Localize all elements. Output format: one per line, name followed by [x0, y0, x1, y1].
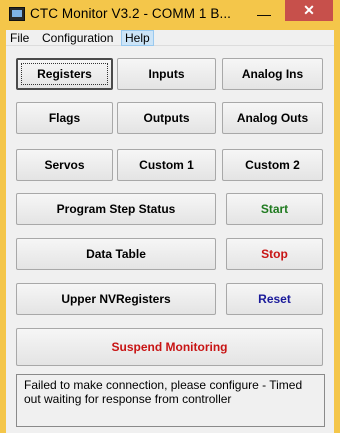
- menu-file[interactable]: File: [7, 30, 32, 46]
- registers-button[interactable]: Registers: [16, 58, 113, 90]
- upper-nvregisters-button[interactable]: Upper NVRegisters: [16, 283, 216, 315]
- window-title: CTC Monitor V3.2 - COMM 1 B...: [30, 6, 232, 21]
- flags-button[interactable]: Flags: [16, 102, 113, 134]
- menu-help[interactable]: Help: [121, 30, 154, 46]
- program-step-status-button[interactable]: Program Step Status: [16, 193, 216, 225]
- analog-ins-button[interactable]: Analog Ins: [222, 58, 323, 90]
- minimize-button[interactable]: —: [253, 5, 275, 23]
- menu-bar: File Configuration Help: [6, 30, 334, 46]
- data-table-button[interactable]: Data Table: [16, 238, 216, 270]
- custom-1-button[interactable]: Custom 1: [117, 149, 216, 181]
- analog-outs-button[interactable]: Analog Outs: [222, 102, 323, 134]
- reset-button[interactable]: Reset: [226, 283, 323, 315]
- suspend-monitoring-button[interactable]: Suspend Monitoring: [16, 328, 323, 366]
- status-message: Failed to make connection, please config…: [16, 374, 325, 427]
- main-window: File Configuration Help Registers Inputs…: [6, 30, 334, 433]
- stop-button[interactable]: Stop: [226, 238, 323, 270]
- outputs-button[interactable]: Outputs: [117, 102, 216, 134]
- close-button[interactable]: ✕: [285, 0, 333, 21]
- title-bar[interactable]: CTC Monitor V3.2 - COMM 1 B... — ✕: [0, 0, 340, 30]
- menu-configuration[interactable]: Configuration: [39, 30, 116, 46]
- inputs-button[interactable]: Inputs: [117, 58, 216, 90]
- start-button[interactable]: Start: [226, 193, 323, 225]
- servos-button[interactable]: Servos: [16, 149, 113, 181]
- monitor-icon: [9, 7, 25, 21]
- custom-2-button[interactable]: Custom 2: [222, 149, 323, 181]
